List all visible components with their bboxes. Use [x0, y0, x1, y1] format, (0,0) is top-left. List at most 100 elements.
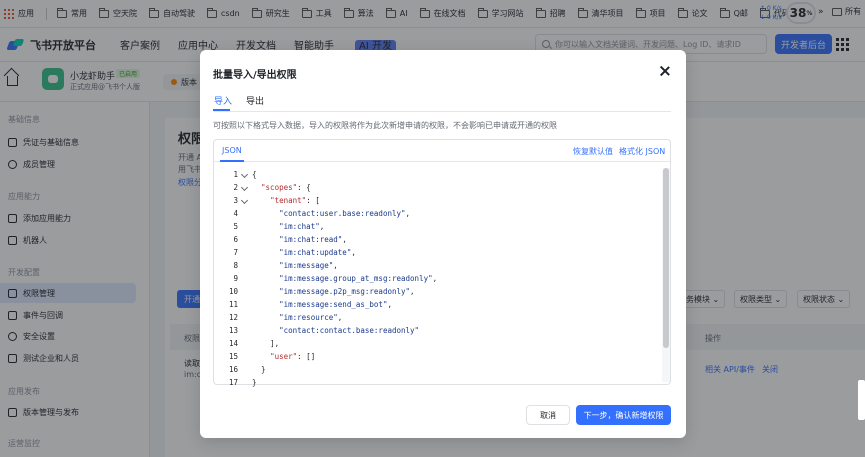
code-line: 3 "tenant": [ — [214, 194, 670, 207]
fold-chevron-icon[interactable] — [240, 196, 249, 205]
code-text: "im:message.group_at_msg:readonly", — [252, 272, 437, 285]
tab-export[interactable]: 导出 — [246, 94, 264, 107]
format-json-link[interactable]: 格式化 JSON — [619, 146, 665, 157]
json-tab[interactable]: JSON — [222, 146, 242, 155]
code-line: 9 "im:message.group_at_msg:readonly", — [214, 272, 670, 285]
line-number: 1 — [233, 170, 238, 179]
code-line: 17} — [214, 376, 670, 389]
code-line: 16 } — [214, 363, 670, 376]
code-text: ], — [252, 337, 279, 350]
fold-chevron-icon[interactable] — [240, 170, 249, 179]
code-text: "contact:contact.base:readonly" — [252, 324, 419, 337]
json-string: "im:resource" — [279, 313, 338, 322]
code-punct: , — [319, 222, 325, 231]
dialog-title: 批量导入/导出权限 — [213, 70, 297, 81]
code-line: 5 "im:chat", — [214, 220, 670, 233]
code-text: "im:resource", — [252, 311, 342, 324]
code-line: 13 "contact:contact.base:readonly" — [214, 324, 670, 337]
code-line: 10 "im:message.p2p_msg:readonly", — [214, 285, 670, 298]
json-editor[interactable]: JSON 恢复默认值 格式化 JSON 1{2 "scopes": {3 "te… — [213, 139, 671, 387]
code-text: "im:message.p2p_msg:readonly", — [252, 285, 415, 298]
json-string: "im:message.p2p_msg:readonly" — [279, 287, 411, 296]
line-number: 14 — [228, 339, 238, 348]
code-line: 4 "contact:user.base:readonly", — [214, 207, 670, 220]
code-punct: , — [405, 209, 411, 218]
batch-permission-dialog: 批量导入/导出权限 导入 导出 可按照以下格式导入数据，导入的权限将作为此次新增… — [200, 50, 686, 438]
close-icon[interactable] — [658, 64, 672, 78]
code-punct: : [] — [297, 352, 316, 361]
json-string: "contact:contact.base:readonly" — [279, 326, 420, 335]
json-key: "user" — [270, 352, 298, 361]
code-text: "contact:user.base:readonly", — [252, 207, 410, 220]
side-floating-widget[interactable] — [858, 380, 865, 420]
code-text: "scopes": { — [252, 181, 311, 194]
code-line: 14 ], — [214, 337, 670, 350]
code-punct: , — [351, 248, 356, 257]
code-punct: , — [432, 274, 438, 283]
code-text: } — [252, 363, 266, 376]
line-number: 9 — [233, 274, 238, 283]
code-line: 12 "im:resource", — [214, 311, 670, 324]
json-string: "contact:user.base:readonly" — [279, 209, 406, 218]
json-string: "im:chat:update" — [279, 248, 352, 257]
cancel-button[interactable]: 取消 — [526, 405, 570, 425]
code-text: "tenant": [ — [252, 194, 320, 207]
line-number: 7 — [233, 248, 238, 257]
code-line: 7 "im:chat:update", — [214, 246, 670, 259]
line-number: 16 — [228, 365, 238, 374]
line-number: 2 — [233, 183, 238, 192]
code-line: 6 "im:chat:read", — [214, 233, 670, 246]
line-number: 15 — [228, 352, 238, 361]
code-text: } — [252, 376, 257, 389]
line-number: 6 — [233, 235, 238, 244]
line-number: 3 — [233, 196, 238, 205]
code-punct: , — [337, 313, 343, 322]
code-punct: : { — [297, 183, 311, 192]
import-description: 可按照以下格式导入数据，导入的权限将作为此次新增申请的权限，不会影响已申请或开通… — [213, 121, 557, 130]
json-string: "im:message.group_at_msg:readonly" — [279, 274, 433, 283]
code-punct: , — [342, 235, 347, 244]
json-string: "im:chat" — [279, 222, 320, 231]
code-punct: , — [333, 261, 338, 270]
json-string: "im:chat:read" — [279, 235, 343, 244]
json-key: "scopes" — [261, 183, 298, 192]
code-text: "im:message", — [252, 259, 338, 272]
code-punct: , — [410, 287, 415, 296]
editor-toolbar: JSON 恢复默认值 格式化 JSON — [214, 140, 670, 162]
code-line: 1{ — [214, 168, 670, 181]
line-number: 12 — [228, 313, 238, 322]
code-punct: { — [252, 170, 257, 179]
code-punct: } — [261, 365, 266, 374]
fold-chevron-icon[interactable] — [240, 183, 249, 192]
line-number: 4 — [233, 209, 238, 218]
code-text: "im:message:send_as_bot", — [252, 298, 392, 311]
code-text: "user": [] — [252, 350, 315, 363]
line-number: 8 — [233, 261, 238, 270]
json-tab-indicator — [220, 160, 244, 162]
active-tab-indicator — [213, 109, 230, 111]
line-number: 13 — [228, 326, 238, 335]
line-number: 10 — [228, 287, 238, 296]
line-number: 17 — [228, 378, 238, 387]
code-punct: ], — [270, 339, 280, 348]
json-string: "im:message" — [279, 261, 334, 270]
tab-import[interactable]: 导入 — [214, 94, 232, 107]
code-punct: : [ — [306, 196, 320, 205]
json-string: "im:message:send_as_bot" — [279, 300, 388, 309]
next-confirm-button[interactable]: 下一步，确认新增权限 — [576, 405, 671, 425]
reset-default-link[interactable]: 恢复默认值 — [573, 146, 613, 157]
code-line: 8 "im:message", — [214, 259, 670, 272]
